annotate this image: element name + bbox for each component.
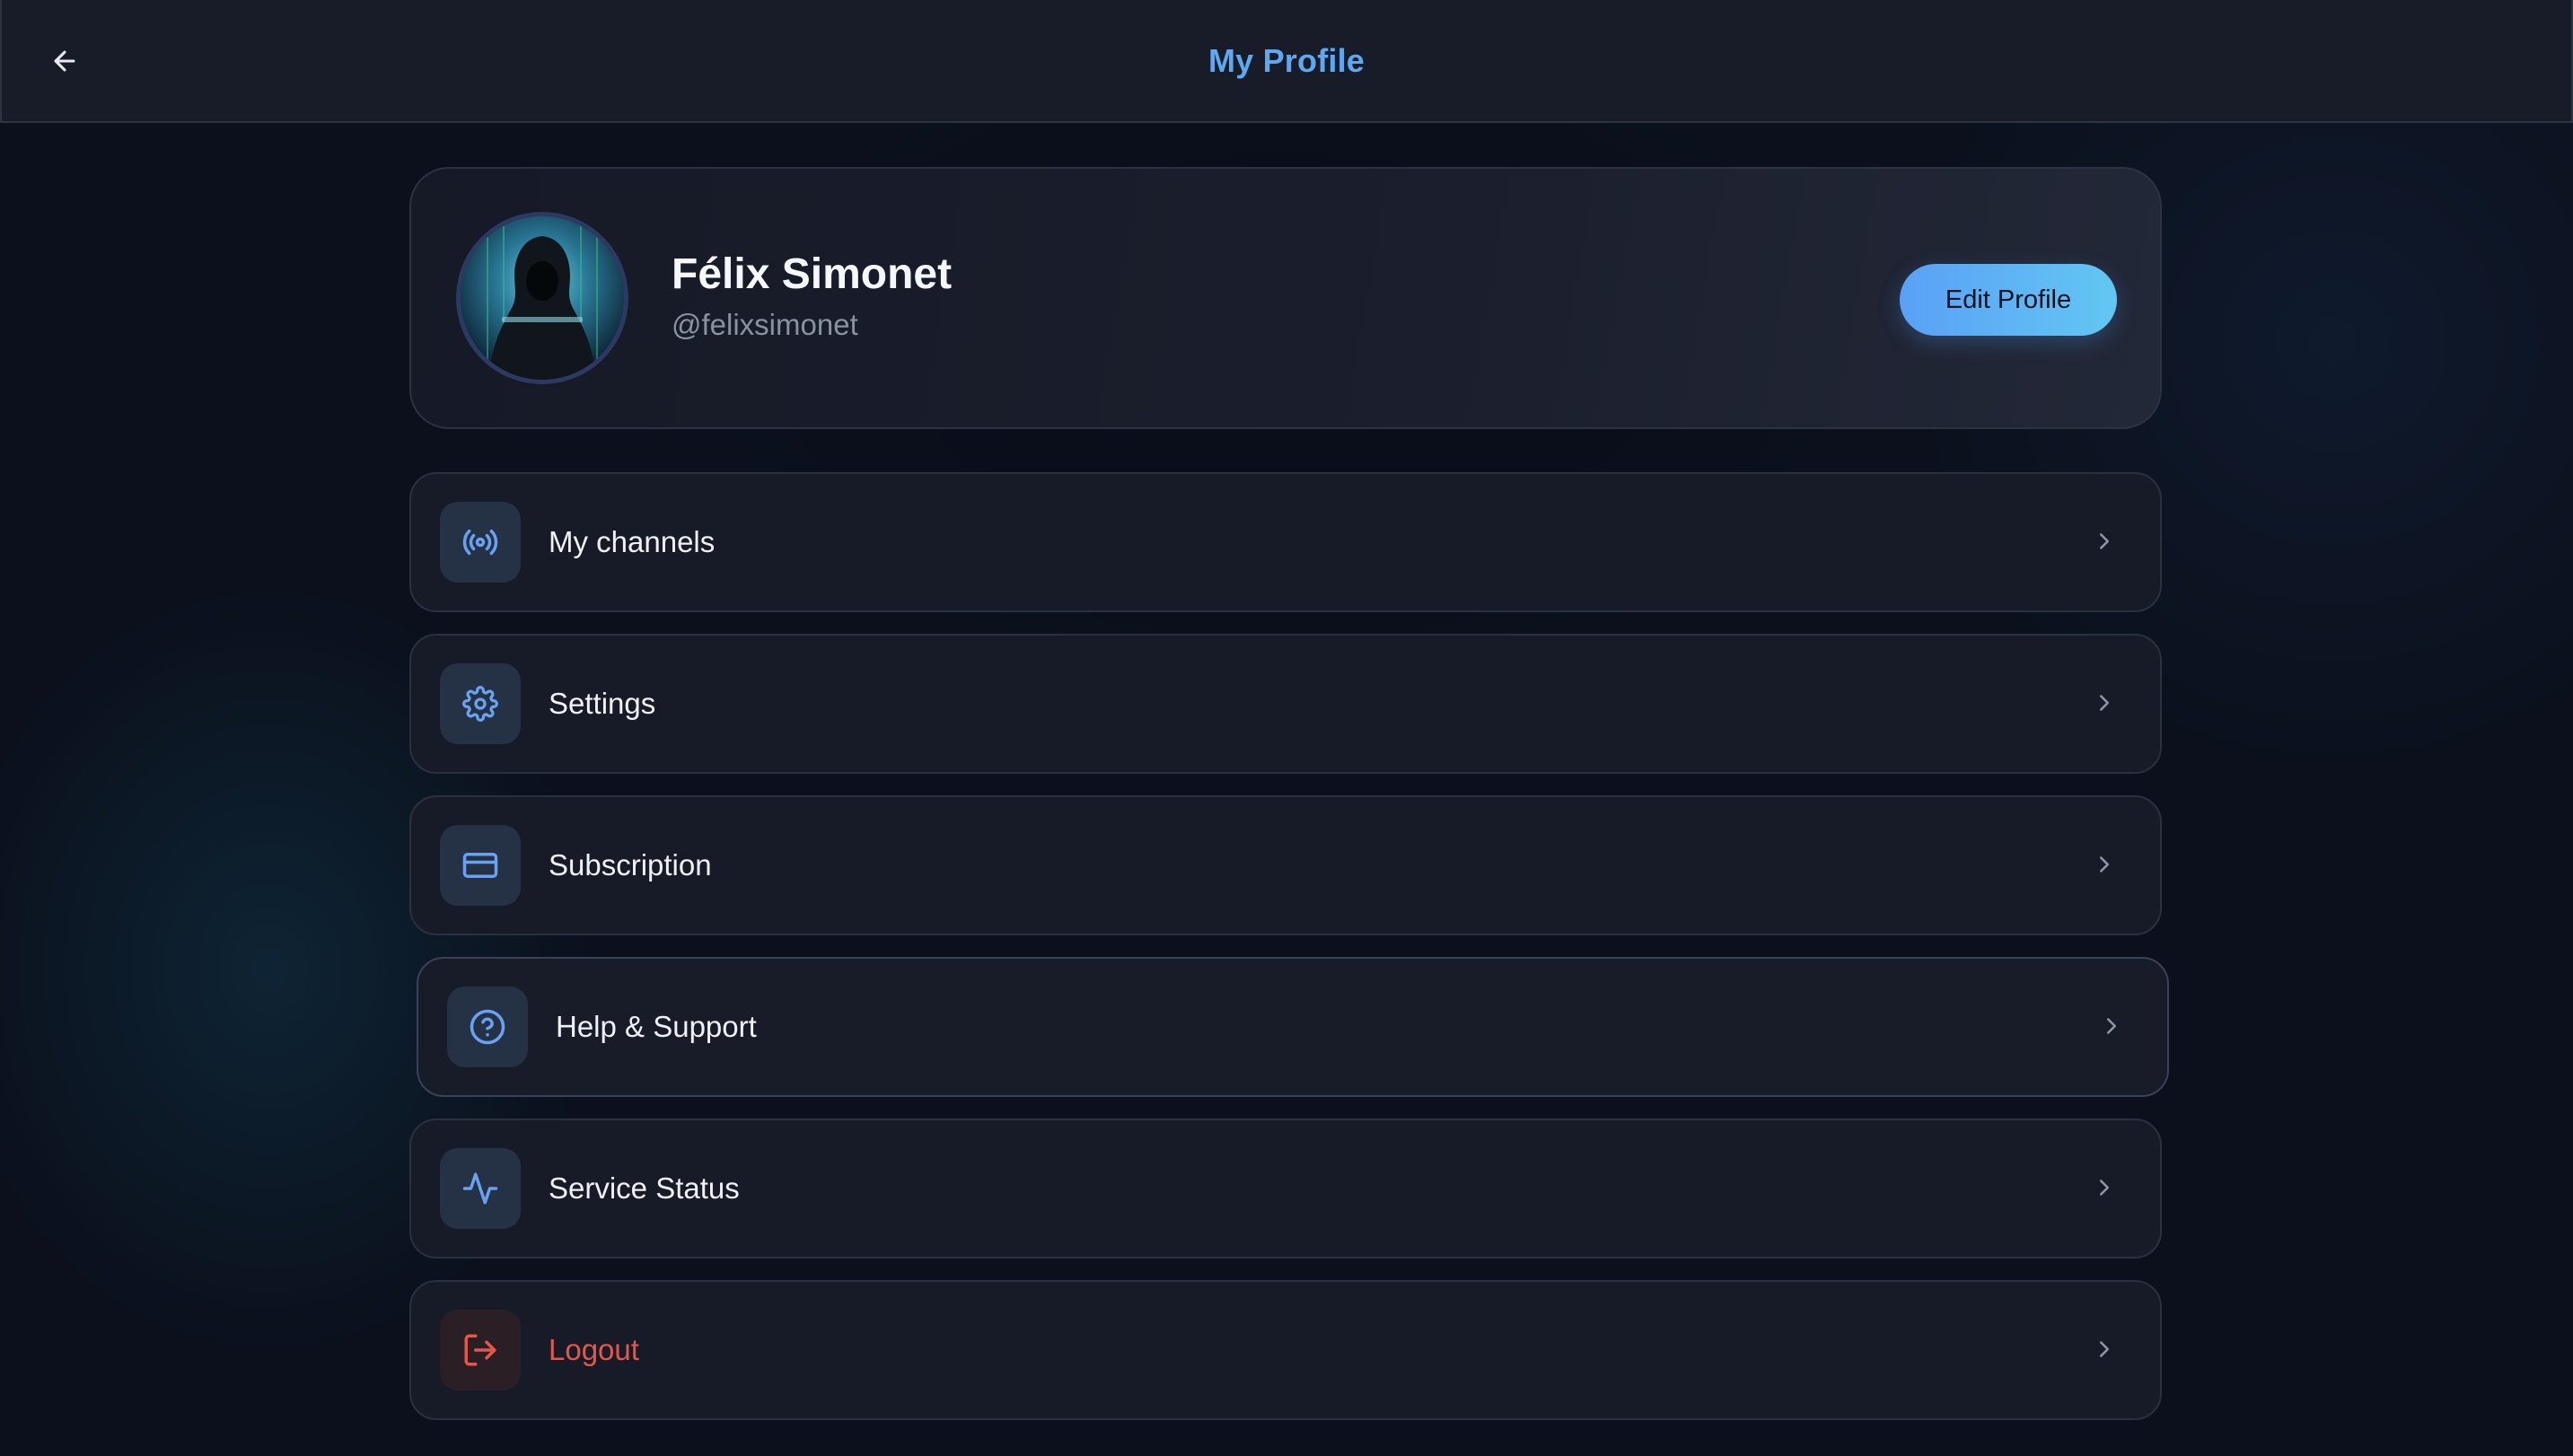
menu-icon-box <box>440 663 521 744</box>
page-title: My Profile <box>1207 41 1366 79</box>
credit-card-icon <box>462 853 498 878</box>
menu-item-help-support[interactable]: Help & Support <box>417 957 2169 1097</box>
menu-item-my-channels[interactable]: My channels <box>409 472 2162 612</box>
broadcast-icon <box>462 529 498 556</box>
profile-card: Félix Simonet @felixsimonet Edit Profile <box>409 167 2162 429</box>
help-circle-icon <box>470 1009 505 1045</box>
menu-label: Service Status <box>549 1171 740 1205</box>
menu-icon-box <box>447 987 528 1067</box>
chevron-right-icon <box>2086 1170 2122 1206</box>
chevron-right-icon <box>2086 523 2122 559</box>
chevron-right-icon <box>2094 1008 2130 1044</box>
chevron-right-icon <box>2086 846 2122 882</box>
hooded-figure-avatar-image <box>461 216 624 380</box>
chevron-right-icon <box>2086 1331 2122 1367</box>
menu-item-service-status[interactable]: Service Status <box>409 1118 2162 1259</box>
activity-icon <box>462 1172 498 1205</box>
menu-item-settings[interactable]: Settings <box>409 634 2162 774</box>
user-name: Félix Simonet <box>672 250 953 298</box>
menu-label: My channels <box>549 525 716 558</box>
edit-profile-button[interactable]: Edit Profile <box>1900 264 2117 336</box>
top-app-bar: My Profile <box>0 0 2573 123</box>
menu-label: Settings <box>549 687 656 720</box>
user-info: Félix Simonet @felixsimonet <box>672 250 953 342</box>
menu-icon-box <box>440 1148 521 1229</box>
profile-content: Félix Simonet @felixsimonet Edit Profile… <box>409 167 2169 1420</box>
user-handle: @felixsimonet <box>672 307 858 341</box>
logout-icon <box>464 1334 496 1366</box>
chevron-right-icon <box>2086 685 2122 721</box>
menu-icon-box <box>440 502 521 583</box>
gear-icon <box>462 686 498 722</box>
menu-label: Subscription <box>549 848 712 881</box>
menu-item-logout[interactable]: Logout <box>409 1280 2162 1420</box>
avatar[interactable] <box>456 212 628 384</box>
menu-label: Help & Support <box>556 1010 757 1043</box>
back-button[interactable] <box>38 34 92 88</box>
menu-icon-box <box>440 1310 521 1390</box>
menu-icon-box <box>440 825 521 906</box>
menu-label: Logout <box>549 1333 639 1366</box>
menu-item-subscription[interactable]: Subscription <box>409 795 2162 935</box>
arrow-left-icon <box>54 50 75 72</box>
